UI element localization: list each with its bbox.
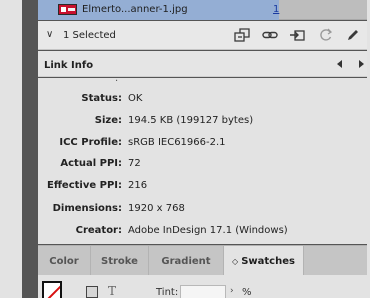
info-value: sRGB IEC61966-2.1 (128, 137, 226, 148)
image-thumbnail-icon (58, 4, 77, 15)
formatting-container-icon[interactable] (86, 286, 98, 298)
info-label: Effective PPI: (46, 180, 122, 191)
info-row-actual-ppi: Actual PPI: 72 (38, 155, 367, 173)
link-info-details: · Status: OK Size: 194.5 KB (199127 byte… (38, 78, 367, 244)
panel-tabs: Color Stroke Gradient ◇ Swatches (38, 245, 367, 276)
info-row-dimensions: Dimensions: 1920 x 768 (38, 200, 367, 218)
info-label: ICC Profile: (59, 137, 122, 148)
tab-color[interactable]: Color (38, 246, 91, 276)
tint-label: Tint: (156, 287, 179, 298)
tint-slider-arrow-icon[interactable]: › (230, 286, 234, 296)
tab-stroke[interactable]: Stroke (91, 246, 149, 276)
info-value: OK (128, 93, 143, 104)
tab-label: Stroke (101, 256, 138, 267)
formatting-text-icon[interactable]: T (108, 284, 116, 298)
links-toolbar: ∨ 1 Selected (38, 21, 367, 50)
info-label: Actual PPI: (60, 158, 122, 169)
info-label: Dimensions: (52, 203, 122, 214)
info-row-size: Size: 194.5 KB (199127 bytes) (38, 112, 367, 130)
swatches-controls: T Tint: › % (38, 275, 367, 298)
tab-swatches[interactable]: ◇ Swatches (224, 246, 304, 276)
none-swatch-icon[interactable] (42, 281, 62, 298)
tint-input[interactable] (180, 285, 226, 298)
selected-count: 1 Selected (63, 30, 116, 41)
tab-label: Color (49, 256, 79, 267)
link-file-name: Elmerto...anner-1.jpg (82, 4, 188, 15)
links-panel: Elmerto...anner-1.jpg 1 ∨ 1 Selected Lin… (22, 0, 367, 298)
link-info-header[interactable]: Link Info (38, 51, 367, 77)
scroll-overflow-indicator: · (115, 78, 119, 87)
tab-gradient[interactable]: Gradient (149, 246, 224, 276)
relink-icon[interactable] (262, 28, 278, 42)
info-label: Status: (81, 93, 122, 104)
info-row-icc-profile: ICC Profile: sRGB IEC61966-2.1 (38, 134, 367, 152)
tab-label: Gradient (161, 256, 211, 267)
info-value: Adobe InDesign 17.1 (Windows) (128, 225, 288, 236)
relink-from-cc-icon[interactable] (234, 28, 250, 42)
info-value: 194.5 KB (199127 bytes) (128, 115, 254, 126)
link-page-number[interactable]: 1 (273, 4, 279, 15)
next-link-icon[interactable] (359, 60, 364, 68)
info-label: Creator: (75, 225, 122, 236)
go-to-link-icon[interactable] (289, 28, 305, 42)
previous-link-icon[interactable] (337, 60, 342, 68)
tint-percent-unit: % (242, 287, 252, 298)
link-list-item[interactable]: Elmerto...anner-1.jpg 1 (38, 0, 367, 20)
edit-original-icon[interactable] (345, 28, 361, 42)
info-row-status: Status: OK (38, 90, 367, 108)
info-label: Size: (94, 115, 122, 126)
info-value: 1920 x 768 (128, 203, 185, 214)
link-info-title: Link Info (44, 60, 94, 71)
info-value: 72 (128, 158, 141, 169)
panel-collapse-icon: ◇ (232, 257, 239, 266)
left-edge-strip (0, 0, 22, 298)
tab-label: Swatches (241, 256, 295, 267)
update-link-icon[interactable] (318, 28, 334, 42)
info-value: 216 (128, 180, 148, 191)
chevron-down-icon[interactable]: ∨ (46, 29, 53, 40)
info-row-effective-ppi: Effective PPI: 216 (38, 177, 367, 195)
info-row-creator: Creator: Adobe InDesign 17.1 (Windows) (38, 222, 367, 240)
